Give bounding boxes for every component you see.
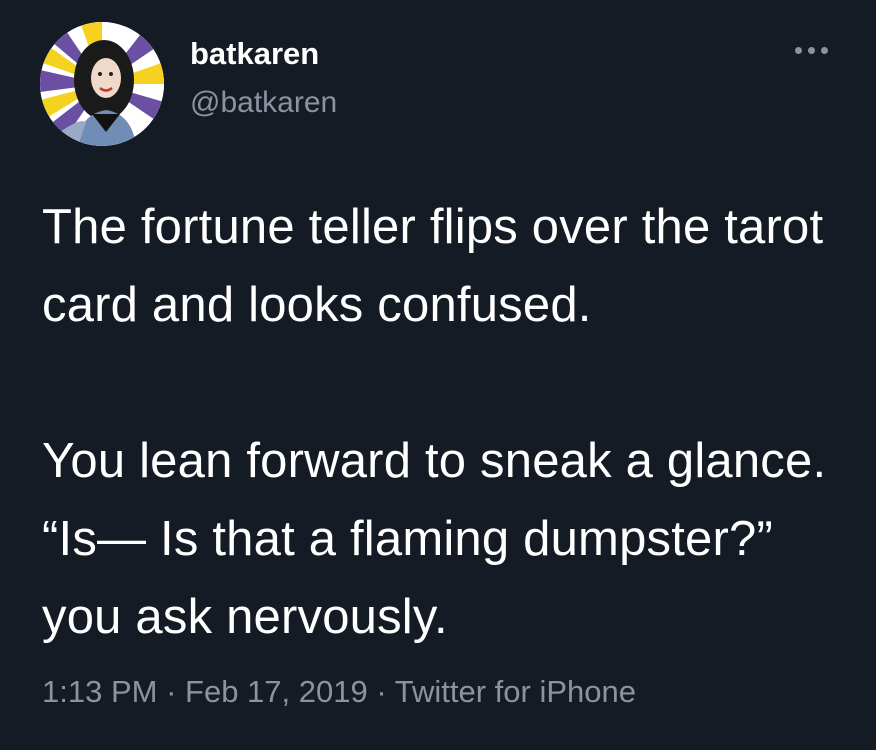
author-avatar[interactable]: [40, 22, 164, 146]
avatar-illustration: [40, 22, 164, 146]
tweet-paragraph: The fortune teller flips over the tarot …: [42, 200, 824, 332]
tweet-time[interactable]: 1:13 PM: [42, 674, 157, 709]
more-options-icon[interactable]: [788, 40, 834, 60]
meta-separator: ·: [376, 674, 387, 709]
tweet-source[interactable]: Twitter for iPhone: [395, 674, 636, 709]
author-handle[interactable]: @batkaren: [190, 85, 337, 121]
dot: [820, 46, 828, 54]
tweet-metadata: 1:13 PM · Feb 17, 2019 · Twitter for iPh…: [42, 672, 636, 712]
dot: [807, 46, 815, 54]
tweet-date[interactable]: Feb 17, 2019: [185, 674, 368, 709]
tweet-body: The fortune teller flips over the tarot …: [42, 188, 852, 656]
author-display-name[interactable]: batkaren: [190, 36, 319, 72]
meta-separator: ·: [166, 674, 177, 709]
tweet-paragraph: You lean forward to sneak a glance. “Is—…: [42, 434, 827, 644]
dot: [794, 46, 802, 54]
